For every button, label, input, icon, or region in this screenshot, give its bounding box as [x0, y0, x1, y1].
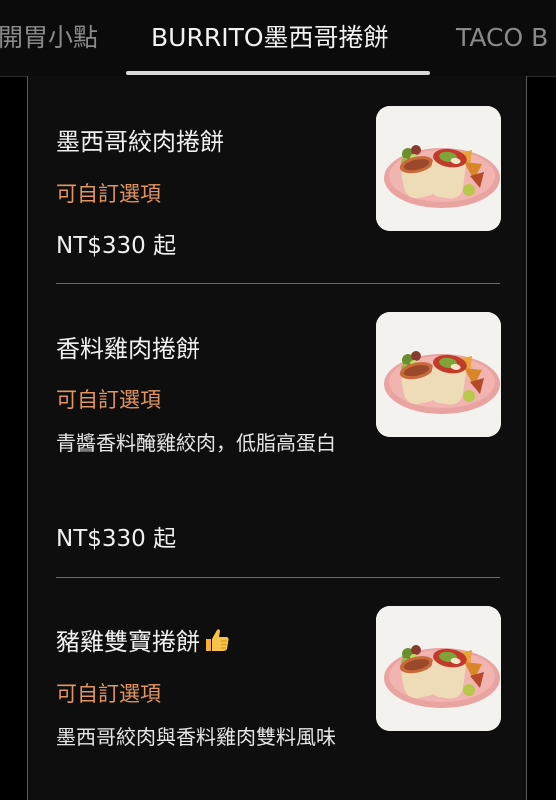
item-divider: [56, 577, 500, 578]
item-name: 豬雞雙寶捲餅: [56, 628, 200, 656]
item-name: 墨西哥絞肉捲餅: [56, 128, 224, 156]
item-description: 墨西哥絞肉與香料雞肉雙料風味: [56, 725, 336, 749]
item-customizable-label: 可自訂選項: [56, 388, 161, 412]
item-price: NT$330 起: [56, 233, 177, 259]
item-photo[interactable]: [376, 106, 501, 231]
active-tab-indicator: [126, 71, 430, 75]
item-customizable-label: 可自訂選項: [56, 182, 161, 206]
item-name: 香料雞肉捲餅: [56, 335, 200, 363]
thumbs-up-icon: [202, 625, 232, 655]
item-description: 青醬香料醃雞絞肉，低脂高蛋白: [56, 431, 336, 455]
item-divider: [56, 283, 500, 284]
tab-taco[interactable]: TACO B: [456, 21, 548, 55]
item-photo[interactable]: [376, 312, 501, 437]
category-tab-bar: 開胃小點 BURRITO墨西哥捲餅 TACO B: [0, 0, 556, 77]
tab-appetizers[interactable]: 開胃小點: [0, 21, 98, 55]
item-customizable-label: 可自訂選項: [56, 682, 161, 706]
item-price: NT$330 起: [56, 526, 177, 552]
item-photo[interactable]: [376, 606, 501, 731]
tab-burrito[interactable]: BURRITO墨西哥捲餅: [151, 21, 389, 55]
item-name-row: 豬雞雙寶捲餅: [56, 622, 232, 657]
menu-page: 開胃小點 BURRITO墨西哥捲餅 TACO B 墨西哥絞肉捲餅 可自訂選項 N…: [0, 0, 556, 800]
